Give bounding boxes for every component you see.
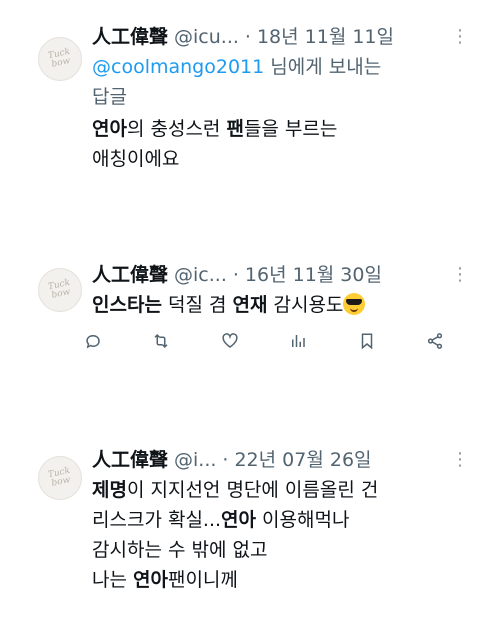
text-span: 감시용도 [267, 294, 344, 316]
text-span: 팬이니께 [167, 569, 238, 591]
retweet-icon[interactable] [152, 332, 170, 350]
reply-icon[interactable] [84, 332, 102, 350]
user-handle[interactable]: @i... [174, 447, 216, 473]
user-handle[interactable]: @ic... [174, 262, 227, 288]
avatar-text: Tuck bow [47, 465, 72, 489]
bold-text: 연재 [232, 294, 268, 316]
tweet-text: 인스타는 덕질 겸 연재 감시용도 [92, 290, 440, 320]
views-icon[interactable] [289, 332, 307, 350]
text-span: 애칭이에요 [92, 148, 180, 170]
text-span: 감시하는 수 밖에 없고 [92, 539, 268, 561]
tweet-header: 人工偉聲 @icu... · 18년 11월 11일 ⋮ [92, 24, 469, 50]
text-span: 나는 [92, 569, 133, 591]
separator: · [244, 26, 251, 48]
display-name[interactable]: 人工偉聲 [92, 24, 168, 50]
sunglasses-emoji-icon [343, 293, 366, 315]
timestamp[interactable]: 22년 07월 26일 [234, 447, 371, 473]
text-span: 이 지지선언 명단에 이름올린 건 [126, 479, 379, 501]
like-icon[interactable] [221, 332, 239, 350]
text-span: 이용해먹나 [256, 509, 350, 531]
bold-text: 제명 [92, 479, 127, 501]
text-span: 리스크가 확실... [92, 509, 222, 531]
text-span: 의 충성스런 [126, 118, 227, 140]
bold-text: 연아 [92, 118, 127, 140]
text-span: 들을 부르는 [243, 118, 338, 140]
avatar-text: Tuck bow [47, 46, 72, 70]
tweet-actions [84, 332, 444, 350]
reply-label: 답글 [92, 86, 127, 108]
share-icon[interactable] [426, 332, 444, 350]
timestamp[interactable]: 18년 11월 11일 [257, 24, 394, 50]
bold-text: 연아 [221, 509, 257, 531]
avatar[interactable]: Tuck bow [38, 456, 82, 500]
tweet-header: 人工偉聲 @ic... · 16년 11월 30일 ⋮ [92, 262, 469, 288]
timestamp[interactable]: 16년 11월 30일 [245, 262, 382, 288]
mention-link[interactable]: @coolmango2011 [92, 56, 264, 78]
text-span: 덕질 겸 [161, 294, 233, 316]
reply-suffix: 님에게 보내는 [264, 56, 382, 78]
bold-text: 팬 [226, 118, 244, 140]
more-dots-icon[interactable]: ⋮ [451, 266, 469, 284]
display-name[interactable]: 人工偉聲 [92, 262, 168, 288]
bold-text: 연아 [133, 569, 168, 591]
user-handle[interactable]: @icu... [174, 24, 239, 50]
tweet-text: 제명이 지지선언 명단에 이름올린 건 리스크가 확실...연아 이용해먹나 감… [92, 475, 440, 595]
avatar[interactable]: Tuck bow [38, 268, 82, 312]
separator: · [232, 264, 239, 286]
reply-context: @coolmango2011 님에게 보내는 답글 [92, 52, 440, 112]
bookmark-icon[interactable] [358, 332, 376, 350]
avatar[interactable]: Tuck bow [38, 37, 82, 81]
avatar-text: Tuck bow [47, 277, 72, 301]
tweet-text: 연아의 충성스런 팬들을 부르는 애칭이에요 [92, 114, 440, 174]
more-dots-icon[interactable]: ⋮ [451, 28, 469, 46]
tweet-header: 人工偉聲 @i... · 22년 07월 26일 ⋮ [92, 447, 469, 473]
bold-text: 인스타는 [92, 294, 162, 316]
more-dots-icon[interactable]: ⋮ [451, 451, 469, 469]
display-name[interactable]: 人工偉聲 [92, 447, 168, 473]
separator: · [222, 449, 229, 471]
